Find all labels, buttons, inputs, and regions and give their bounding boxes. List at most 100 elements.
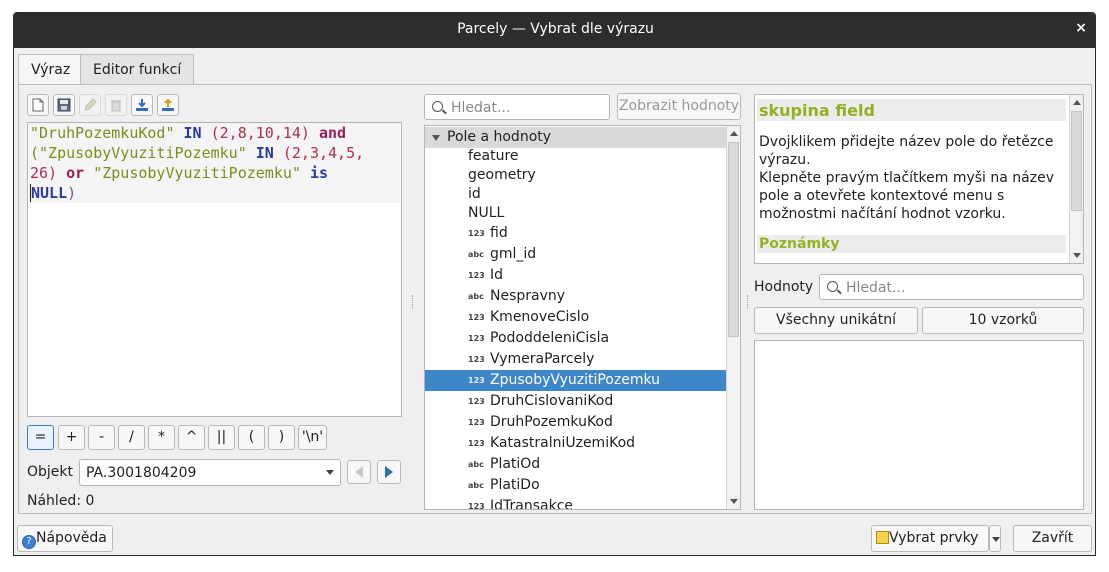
help-scrollbar[interactable]	[1069, 95, 1083, 263]
tree-item[interactable]: geometry	[425, 165, 727, 186]
tree-item-label: DruhCislovaniKod	[490, 393, 614, 409]
tab-expression[interactable]: Výraz	[18, 54, 84, 85]
save-icon[interactable]	[53, 94, 75, 116]
string-type-icon: abc	[468, 460, 484, 469]
tree-item-field[interactable]: abc Nespravny	[425, 286, 727, 307]
values-list[interactable]	[754, 340, 1084, 510]
values-search-placeholder: Hledat...	[846, 280, 906, 296]
integer-type-icon: 123	[468, 313, 485, 322]
edit-icon[interactable]	[79, 94, 101, 116]
tree-item-field[interactable]: 123 IdTransakce	[425, 496, 727, 509]
select-features-label: Vybrat prvky	[889, 530, 979, 546]
help-panel: skupina field Dvojklikem přidejte název …	[754, 94, 1084, 264]
operator-multiply-button[interactable]: *	[148, 425, 175, 450]
import-icon[interactable]	[131, 94, 153, 116]
tree-item-label: ZpusobyVyuzitiPozemku	[490, 372, 661, 388]
tree-item-field[interactable]: 123 fid	[425, 223, 727, 244]
close-icon[interactable]: ×	[1075, 20, 1087, 36]
select-features-dropdown[interactable]	[989, 525, 1001, 552]
scroll-up-icon[interactable]	[1073, 100, 1081, 105]
tree-item-field-selected[interactable]: 123 ZpusobyVyuzitiPozemku	[425, 370, 727, 391]
values-search-input[interactable]: Hledat...	[819, 274, 1084, 300]
operator-concat-button[interactable]: ||	[208, 425, 235, 450]
tree-item-field[interactable]: 123 Id	[425, 265, 727, 286]
splitter-handle-left[interactable]	[412, 295, 414, 309]
code-token: "ZpusobyVyuzitiPozemku"	[93, 164, 301, 182]
tree-item-field[interactable]: 123 KmenoveCislo	[425, 307, 727, 328]
operator-equals-button[interactable]: =	[27, 425, 54, 450]
integer-type-icon: 123	[468, 229, 485, 238]
new-file-icon[interactable]	[27, 94, 49, 116]
tree-item[interactable]: id	[425, 184, 727, 205]
tree-item-field[interactable]: abc PlatiOd	[425, 454, 727, 475]
arrow-left-icon	[355, 466, 363, 478]
string-type-icon: abc	[468, 481, 484, 490]
object-select[interactable]: PA.3001804209	[79, 459, 341, 486]
tree-item[interactable]: feature	[425, 146, 727, 167]
tree-item-label: KmenoveCislo	[490, 309, 590, 325]
expand-arrow-icon[interactable]	[432, 135, 440, 141]
help-button[interactable]: ? Nápověda	[17, 525, 113, 552]
select-features-button[interactable]: Vybrat prvky	[871, 525, 989, 552]
tree-item-field[interactable]: 123 VymeraParcely	[425, 349, 727, 370]
operator-power-button[interactable]: ^	[178, 425, 205, 450]
tree-item-label: PododdeleniCisla	[490, 330, 610, 346]
operator-plus-button[interactable]: +	[58, 425, 85, 450]
ten-samples-button[interactable]: 10 vzorků	[922, 307, 1084, 334]
tree-item-field[interactable]: 123 KatastralniUzemiKod	[425, 433, 727, 454]
tree-item-label: Id	[490, 267, 504, 283]
integer-type-icon: 123	[468, 271, 485, 280]
operator-newline-button[interactable]: '\n'	[298, 425, 327, 450]
function-search-input[interactable]: Hledat...	[424, 94, 610, 120]
tree-item-field[interactable]: abc gml_id	[425, 244, 727, 265]
expression-editor[interactable]: "DruhPozemkuKod" IN (2,8,10,14) and ("Zp…	[27, 122, 402, 417]
tree-item-field[interactable]: 123 DruhCislovaniKod	[425, 391, 727, 412]
show-values-button[interactable]: Zobrazit hodnoty	[617, 93, 741, 120]
chevron-down-icon	[326, 470, 334, 475]
tree-item-label: gml_id	[490, 246, 537, 262]
select-features-icon	[876, 531, 889, 544]
scroll-down-icon[interactable]	[730, 499, 738, 504]
tree-group-label: Pole a hodnoty	[447, 129, 552, 145]
search-icon	[827, 281, 838, 292]
code-token: NULL	[30, 184, 68, 202]
integer-type-icon: 123	[468, 397, 485, 406]
operator-minus-button[interactable]: -	[88, 425, 115, 450]
delete-icon[interactable]	[105, 94, 127, 116]
help-button-label: Nápověda	[36, 530, 107, 546]
code-token: is	[300, 164, 329, 182]
scrollbar-thumb[interactable]	[728, 142, 739, 337]
all-unique-button[interactable]: Všechny unikátní	[754, 307, 918, 334]
operator-open-paren-button[interactable]: (	[238, 425, 265, 450]
values-label: Hodnoty	[754, 279, 814, 295]
tree-item-field[interactable]: abc PlatiDo	[425, 475, 727, 496]
next-object-button[interactable]	[377, 460, 401, 484]
tab-function-editor[interactable]: Editor funkcí	[80, 54, 195, 84]
tree-item-label: id	[468, 186, 481, 202]
help-icon: ?	[22, 535, 36, 549]
arrow-right-icon	[385, 466, 393, 478]
code-token: IN	[174, 124, 211, 142]
tree-scrollbar[interactable]	[726, 126, 740, 509]
previous-object-button[interactable]	[347, 460, 371, 484]
scroll-down-icon[interactable]	[1073, 253, 1081, 258]
operator-divide-button[interactable]: /	[118, 425, 145, 450]
export-icon[interactable]	[157, 94, 179, 116]
tree-item-label: PlatiDo	[490, 477, 540, 493]
operator-close-paren-button[interactable]: )	[268, 425, 295, 450]
tree-group-fields-values[interactable]: Pole a hodnoty	[425, 127, 727, 148]
function-tree[interactable]: Pole a hodnoty feature geometry id NULL …	[424, 125, 741, 510]
splitter-handle-right[interactable]	[747, 295, 749, 309]
help-text-1: Dvojklikem přidejte název pole do řetězc…	[759, 134, 1054, 168]
scrollbar-thumb[interactable]	[1071, 111, 1082, 211]
object-select-value: PA.3001804209	[86, 465, 197, 481]
scroll-up-icon[interactable]	[730, 131, 738, 136]
tree-item-field[interactable]: 123 PododdeleniCisla	[425, 328, 727, 349]
tree-item-field[interactable]: 123 DruhPozemkuKod	[425, 412, 727, 433]
object-label: Objekt	[27, 464, 74, 480]
tree-item[interactable]: NULL	[425, 203, 727, 224]
help-heading: skupina field	[759, 101, 875, 120]
tree-item-label: DruhPozemkuKod	[490, 414, 613, 430]
close-button[interactable]: Zavřít	[1013, 525, 1092, 552]
tree-item-label: VymeraParcely	[490, 351, 595, 367]
